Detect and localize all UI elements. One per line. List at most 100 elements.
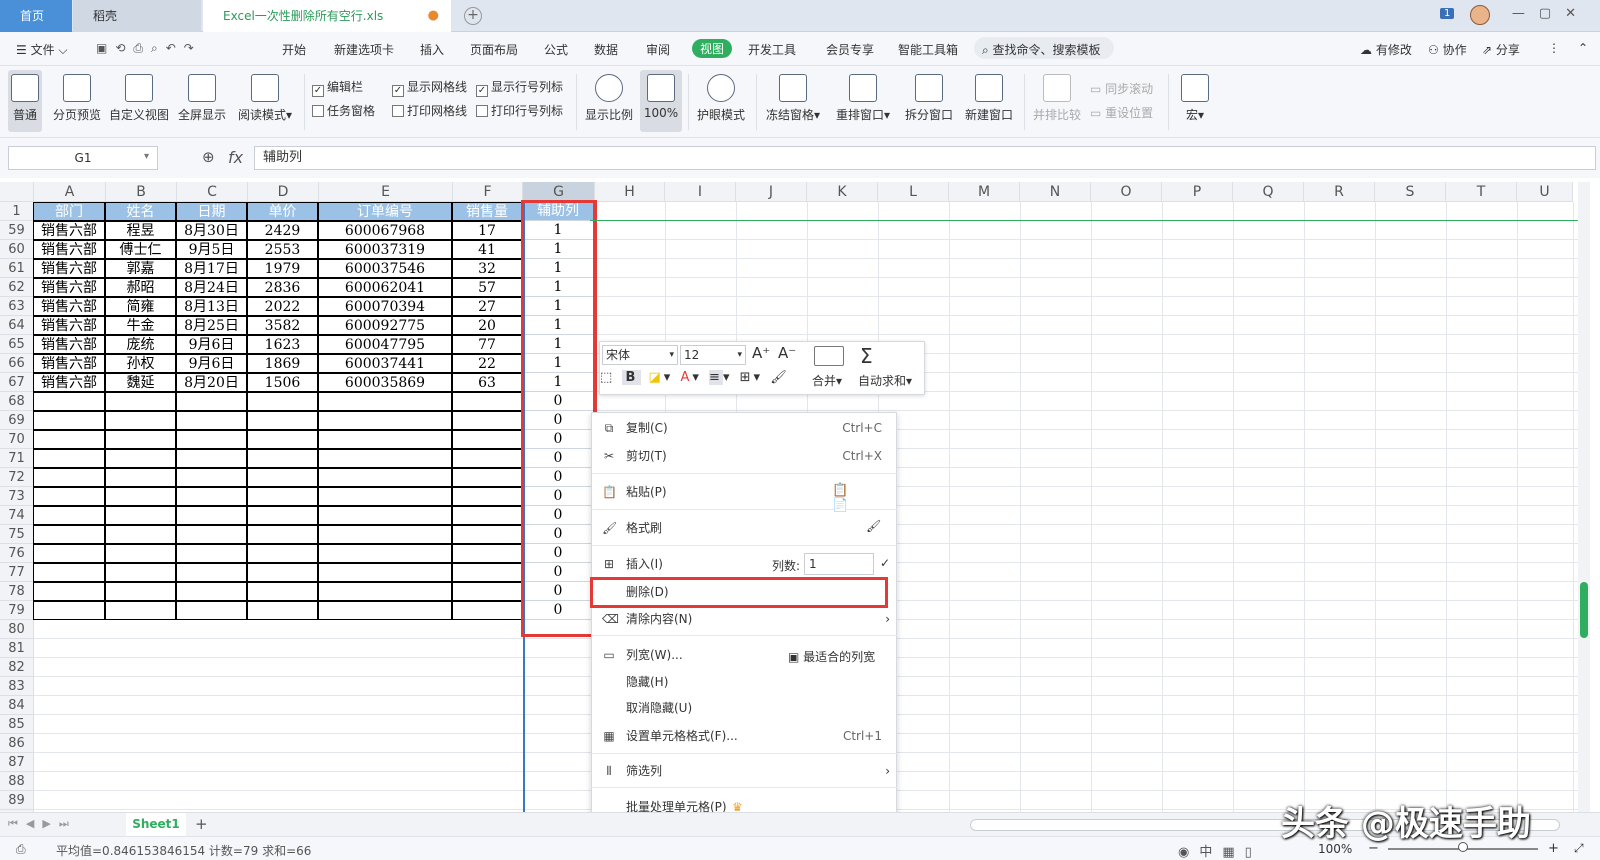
border-icon[interactable]: ⊞ <box>740 370 754 385</box>
table-cell[interactable] <box>176 468 247 487</box>
row-header[interactable]: 1 <box>0 202 34 221</box>
wrap-icon[interactable]: ⬚ <box>600 370 615 385</box>
table-cell[interactable]: 8月13日 <box>176 297 247 316</box>
table-cell[interactable] <box>452 449 522 468</box>
table-cell[interactable]: 1623 <box>247 335 318 354</box>
table-cell[interactable] <box>452 544 522 563</box>
view-checkbox[interactable]: ✓ 显示行号列标 <box>476 78 563 97</box>
zoom-ratio-button[interactable]: 显示比例 <box>582 70 636 123</box>
reading-mode-button[interactable]: 阅读模式▾ <box>236 70 294 123</box>
sheet-nav-icons[interactable]: ⏮◀▶⏭ <box>8 817 77 831</box>
table-cell[interactable] <box>33 392 105 411</box>
table-cell[interactable] <box>452 468 522 487</box>
row-header[interactable]: 73 <box>0 487 34 506</box>
zoom-in-icon[interactable]: + <box>1548 841 1559 856</box>
table-cell[interactable] <box>176 449 247 468</box>
table-cell[interactable] <box>318 563 452 582</box>
context-menu-item[interactable]: 隐藏(H) <box>592 669 898 695</box>
table-cell[interactable]: 1979 <box>247 259 318 278</box>
table-cell[interactable]: 8月30日 <box>176 221 247 240</box>
column-header[interactable]: H <box>595 182 665 202</box>
table-cell[interactable]: 魏延 <box>105 373 176 392</box>
name-box-dropdown-icon[interactable]: ▾ <box>144 151 149 162</box>
table-cell[interactable] <box>105 582 176 601</box>
table-cell[interactable] <box>318 506 452 525</box>
row-header[interactable]: 81 <box>0 639 34 658</box>
row-header[interactable]: 60 <box>0 240 34 259</box>
table-cell[interactable] <box>176 601 247 620</box>
table-cell[interactable] <box>105 411 176 430</box>
table-cell[interactable] <box>318 468 452 487</box>
row-header[interactable]: 68 <box>0 392 34 411</box>
table-cell[interactable]: 600037319 <box>318 240 452 259</box>
table-cell[interactable]: 程昱 <box>105 221 176 240</box>
font-color-icon[interactable]: A <box>680 370 692 385</box>
context-menu-item[interactable]: 取消隐藏(U) <box>592 695 898 721</box>
table-cell[interactable]: 销售六部 <box>33 240 105 259</box>
table-cell[interactable] <box>247 468 318 487</box>
row-header[interactable]: 67 <box>0 373 34 392</box>
table-cell[interactable]: 销售六部 <box>33 278 105 297</box>
row-header[interactable]: 76 <box>0 544 34 563</box>
view-checkbox[interactable]: ✓ 显示网格线 <box>392 78 467 97</box>
format-brush-icon[interactable]: 🖌 <box>770 370 790 385</box>
split-window-button[interactable]: 拆分窗口 <box>902 70 956 123</box>
row-header[interactable]: 80 <box>0 620 34 639</box>
fullscreen-icon[interactable]: ⤢ <box>1574 841 1584 856</box>
table-cell[interactable]: 600035869 <box>318 373 452 392</box>
table-cell[interactable]: 9月5日 <box>176 240 247 259</box>
name-box[interactable]: G1 <box>8 146 158 170</box>
row-header[interactable]: 83 <box>0 677 34 696</box>
rearrange-button[interactable]: 重排窗口▾ <box>832 70 894 123</box>
font-size-select[interactable]: 12 ▾ <box>680 345 746 365</box>
row-header[interactable]: 87 <box>0 753 34 772</box>
context-menu-item[interactable]: ⌫ 清除内容(N) › <box>592 606 898 632</box>
context-menu-item[interactable]: ⫴ 筛选列 › <box>592 758 898 784</box>
row-header[interactable]: 85 <box>0 715 34 734</box>
table-cell[interactable] <box>452 525 522 544</box>
sum-icon[interactable]: Σ <box>860 344 873 368</box>
table-cell[interactable] <box>105 506 176 525</box>
decrease-font-icon[interactable]: A⁻ <box>778 344 796 362</box>
macro-record-icon[interactable]: ⎙ <box>16 842 26 857</box>
table-cell[interactable] <box>318 392 452 411</box>
table-cell[interactable]: 销售六部 <box>33 221 105 240</box>
table-cell[interactable] <box>247 430 318 449</box>
freeze-panes-button[interactable]: 冻结窗格▾ <box>762 70 824 123</box>
scrollbar-thumb[interactable] <box>1580 582 1588 638</box>
font-family-select[interactable]: 宋体 ▾ <box>602 345 678 365</box>
view-checkbox[interactable]: ✓ 编辑栏 <box>312 78 363 97</box>
header-cell[interactable]: 销售量 <box>452 202 522 221</box>
table-cell[interactable] <box>247 392 318 411</box>
best-fit-width-button[interactable]: ▣ 最适合的列宽 <box>788 648 875 665</box>
table-cell[interactable]: 2429 <box>247 221 318 240</box>
table-cell[interactable] <box>176 563 247 582</box>
table-cell[interactable] <box>452 563 522 582</box>
table-cell[interactable] <box>105 449 176 468</box>
table-cell[interactable]: 3582 <box>247 316 318 335</box>
view-checkbox[interactable]: 打印网格线 <box>392 102 467 119</box>
table-cell[interactable] <box>105 601 176 620</box>
table-cell[interactable] <box>105 468 176 487</box>
table-cell[interactable] <box>452 411 522 430</box>
column-header[interactable]: E <box>319 182 453 202</box>
page-break-preview-button[interactable]: 分页预览 <box>48 70 106 123</box>
table-cell[interactable]: 销售六部 <box>33 335 105 354</box>
table-cell[interactable]: 牛金 <box>105 316 176 335</box>
bold-icon[interactable]: B <box>622 370 642 385</box>
table-cell[interactable] <box>33 544 105 563</box>
context-menu-item[interactable]: ⧉ 复制(C) Ctrl+C <box>592 415 898 441</box>
column-header[interactable]: P <box>1162 182 1233 202</box>
table-cell[interactable] <box>247 411 318 430</box>
table-cell[interactable]: 600047795 <box>318 335 452 354</box>
header-cell[interactable]: 单价 <box>247 202 318 221</box>
table-cell[interactable]: 27 <box>452 297 522 316</box>
column-header[interactable]: T <box>1446 182 1517 202</box>
merge-button[interactable]: 合并▾ <box>812 372 842 389</box>
avatar[interactable] <box>1470 5 1490 25</box>
table-cell[interactable] <box>452 506 522 525</box>
table-cell[interactable] <box>452 392 522 411</box>
menu-item[interactable]: 智能工具箱 <box>898 41 958 58</box>
sync-scroll-button[interactable]: ▭ 同步滚动 <box>1090 80 1153 97</box>
table-cell[interactable] <box>247 544 318 563</box>
